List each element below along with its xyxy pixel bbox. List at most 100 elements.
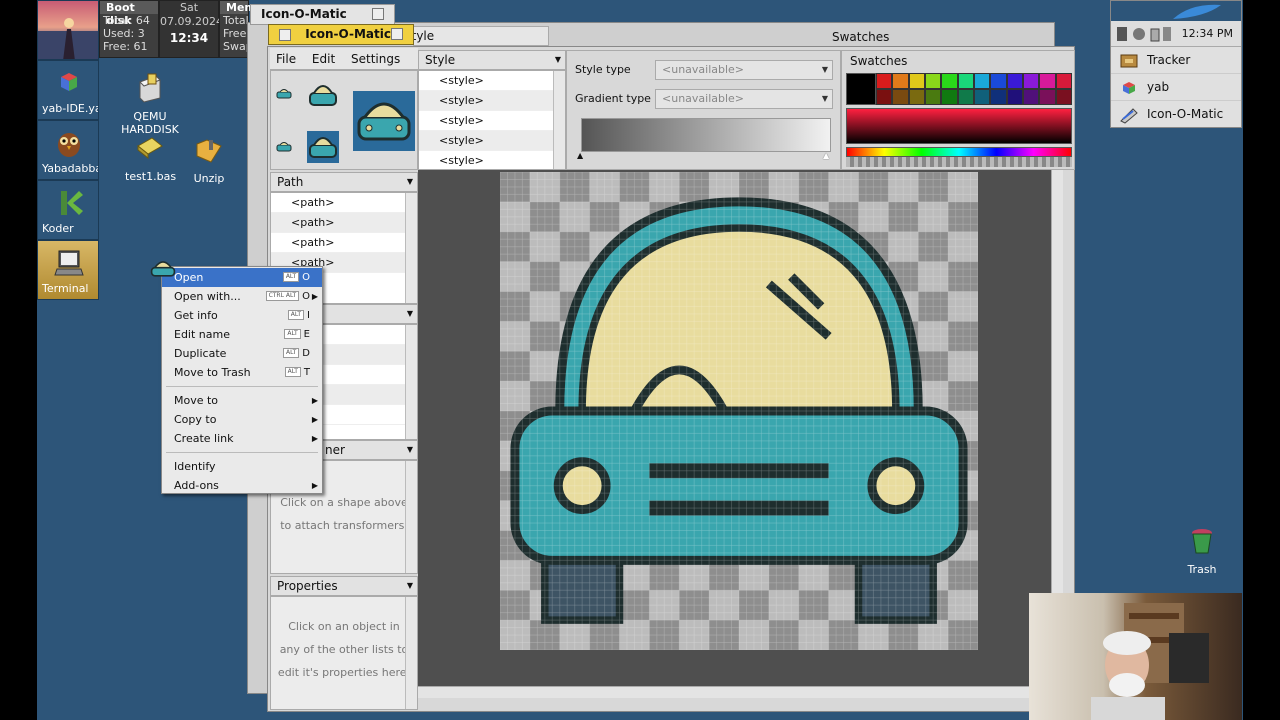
color-swatch[interactable] bbox=[1022, 73, 1040, 89]
desktop-icon-harddisk[interactable]: QEMU HARDDISK bbox=[105, 72, 195, 136]
color-swatch[interactable] bbox=[924, 73, 942, 89]
menu-item-move-to[interactable]: Move to ▶ bbox=[162, 391, 322, 410]
menu-item-label: Open with... bbox=[174, 290, 241, 303]
list-item[interactable]: <path> bbox=[271, 233, 417, 253]
submenu-arrow-icon: ▶ bbox=[311, 396, 318, 405]
text-file-icon bbox=[137, 137, 163, 160]
back-swatches-title: Swatches bbox=[832, 30, 890, 44]
dock-label: Koder bbox=[42, 222, 74, 235]
trash-label: Trash bbox=[1187, 563, 1217, 576]
shape-list-scrollbar[interactable] bbox=[405, 325, 417, 439]
desktop-icon-trash[interactable]: Trash bbox=[1182, 525, 1222, 576]
properties-list-scrollbar[interactable] bbox=[405, 597, 417, 709]
icon-preview-area bbox=[270, 70, 418, 170]
list-item[interactable]: <style> bbox=[419, 111, 565, 131]
dock-item-wallpaper[interactable] bbox=[37, 0, 99, 60]
menu-item-move-to-trash[interactable]: Move to Trash ALT T bbox=[162, 363, 322, 382]
color-swatch[interactable] bbox=[1055, 73, 1072, 89]
color-swatch[interactable] bbox=[892, 73, 909, 89]
menu-item-create-link[interactable]: Create link ▶ bbox=[162, 429, 322, 448]
swatch-current[interactable] bbox=[846, 73, 876, 105]
color-swatch[interactable] bbox=[924, 89, 942, 105]
menu-item-add-ons[interactable]: Add-ons ▶ bbox=[162, 476, 322, 495]
color-swatch[interactable] bbox=[957, 73, 974, 89]
style-list[interactable]: <style> <style> <style> <style> <style> bbox=[418, 70, 566, 170]
properties-list[interactable]: Click on an object in any of the other l… bbox=[270, 596, 418, 710]
color-swatch[interactable] bbox=[908, 89, 925, 105]
color-swatch[interactable] bbox=[876, 89, 893, 105]
dock-item-koder[interactable]: Koder bbox=[37, 180, 99, 240]
style-type-select[interactable]: <unavailable> ▼ bbox=[655, 60, 833, 80]
shortcut-letter: D bbox=[302, 348, 310, 359]
hue-slider[interactable] bbox=[846, 147, 1072, 157]
window-tab-front[interactable]: Icon-O-Matic bbox=[268, 24, 414, 45]
tray-status-icons[interactable] bbox=[1117, 25, 1173, 43]
menu-item-open[interactable]: Open ALT O bbox=[162, 268, 322, 287]
dock-item-terminal[interactable]: Terminal bbox=[37, 240, 99, 300]
deskbar-item-yab[interactable]: yab bbox=[1111, 74, 1241, 101]
color-swatch[interactable] bbox=[990, 89, 1007, 105]
color-swatch[interactable] bbox=[876, 73, 893, 89]
alpha-slider[interactable] bbox=[846, 157, 1072, 167]
menu-item-get-info[interactable]: Get info ALT I bbox=[162, 306, 322, 325]
gradient-stop-right-icon[interactable]: ▲ bbox=[823, 151, 829, 160]
menu-item-edit-name[interactable]: Edit name ALT E bbox=[162, 325, 322, 344]
path-panel-header[interactable]: Path ▼ bbox=[270, 172, 418, 192]
color-swatch[interactable] bbox=[1055, 89, 1072, 105]
dock-item-yabadabbad[interactable]: Yabadabbad bbox=[37, 120, 99, 180]
deskbar-leaf-menu[interactable] bbox=[1111, 1, 1241, 21]
icon-canvas[interactable] bbox=[418, 170, 1063, 698]
memory-title: Mem bbox=[220, 1, 256, 14]
color-swatch[interactable] bbox=[892, 89, 909, 105]
list-item[interactable]: <style> bbox=[419, 151, 565, 169]
color-swatch[interactable] bbox=[1006, 89, 1023, 105]
zoom-button-icon[interactable] bbox=[391, 28, 403, 40]
style-list-scrollbar[interactable] bbox=[553, 71, 565, 169]
color-field[interactable] bbox=[846, 108, 1072, 144]
style-panel-header[interactable]: Style ▼ bbox=[418, 50, 566, 70]
deskbar-item-icon-o-matic[interactable]: Icon-O-Matic bbox=[1111, 101, 1241, 128]
list-item[interactable]: <style> bbox=[419, 71, 565, 91]
color-swatch[interactable] bbox=[973, 73, 991, 89]
shortcut-key: ALT bbox=[284, 329, 301, 339]
desktop-icon-test1[interactable]: test1.bas bbox=[125, 132, 176, 183]
gradient-stop-left-icon[interactable]: ▲ bbox=[577, 151, 583, 160]
menu-item-duplicate[interactable]: Duplicate ALT D bbox=[162, 344, 322, 363]
color-swatch[interactable] bbox=[957, 89, 974, 105]
list-item[interactable]: <path> bbox=[271, 193, 417, 213]
color-swatch[interactable] bbox=[990, 73, 1007, 89]
dock-item-yab-ide[interactable]: yab-IDE.yab bbox=[37, 60, 99, 120]
list-item[interactable]: <path> bbox=[271, 213, 417, 233]
color-swatch[interactable] bbox=[1039, 73, 1056, 89]
gradient-type-select[interactable]: <unavailable> ▼ bbox=[655, 89, 833, 109]
window-tab-back[interactable]: Icon-O-Matic bbox=[250, 4, 395, 25]
color-swatch[interactable] bbox=[1006, 73, 1023, 89]
color-swatch[interactable] bbox=[908, 73, 925, 89]
deskbar-clock[interactable]: 12:34 PM bbox=[1182, 27, 1233, 40]
list-item[interactable]: <style> bbox=[419, 131, 565, 151]
desktop-icon-unzip[interactable]: Unzip bbox=[187, 134, 231, 185]
properties-hint-1: Click on an object in bbox=[288, 620, 400, 633]
properties-panel-header[interactable]: Properties ▼ bbox=[270, 576, 418, 596]
gradient-type-label: Gradient type bbox=[575, 92, 651, 105]
color-swatch[interactable] bbox=[1022, 89, 1040, 105]
color-swatch[interactable] bbox=[973, 89, 991, 105]
transformer-list-scrollbar[interactable] bbox=[405, 461, 417, 573]
menu-settings[interactable]: Settings bbox=[345, 48, 406, 70]
menu-item-open-with[interactable]: Open with... CTRL ALT O ▶ bbox=[162, 287, 322, 306]
close-button-icon[interactable] bbox=[279, 28, 291, 41]
color-swatch[interactable] bbox=[1039, 89, 1056, 105]
path-list-scrollbar[interactable] bbox=[405, 193, 417, 303]
color-swatch[interactable] bbox=[941, 73, 958, 89]
list-item[interactable]: <style> bbox=[419, 91, 565, 111]
canvas-hscrollbar[interactable] bbox=[418, 686, 1063, 698]
menu-file[interactable]: File bbox=[270, 48, 302, 70]
menu-item-copy-to[interactable]: Copy to ▶ bbox=[162, 410, 322, 429]
zoom-button-icon[interactable] bbox=[372, 8, 384, 20]
properties-hint-2: any of the other lists to bbox=[279, 643, 409, 656]
menu-edit[interactable]: Edit bbox=[306, 48, 341, 70]
color-swatch[interactable] bbox=[941, 89, 958, 105]
gradient-preview[interactable] bbox=[581, 118, 831, 152]
deskbar-item-tracker[interactable]: Tracker bbox=[1111, 47, 1241, 74]
menu-item-identify[interactable]: Identify bbox=[162, 457, 322, 476]
